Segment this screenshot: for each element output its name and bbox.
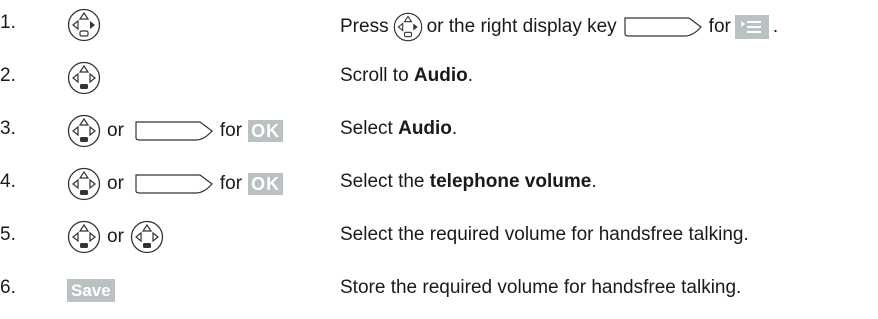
step-keys [67, 4, 101, 46]
step-description: Scroll to Audio . [340, 65, 473, 87]
step-description: Select the required volume for handsfree… [340, 224, 749, 246]
step-3: 3. or for OK Select Audio . [0, 110, 878, 152]
step-number: 5. [0, 224, 16, 245]
ok-key-label: OK [248, 120, 284, 142]
desc-text: . [467, 65, 474, 86]
desc-text: Select the [340, 171, 430, 192]
or-text: or [107, 120, 124, 141]
navigation-key-icon [130, 220, 164, 254]
step-number: 6. [0, 277, 16, 298]
desc-bold: Audio [398, 118, 452, 139]
desc-text: or the right display key [426, 16, 617, 37]
step-description: Select Audio . [340, 118, 457, 140]
display-key-icon [134, 120, 214, 142]
step-description: Select the telephone volume . [340, 171, 597, 193]
navigation-key-icon [67, 114, 101, 148]
desc-text: Press [340, 16, 389, 37]
step-description: Store the required volume for handsfree … [340, 277, 741, 299]
step-1: 1. Press or the right display key for . [0, 4, 878, 46]
step-description: Press or the right display key for . [340, 12, 778, 42]
navigation-key-icon [67, 220, 101, 254]
step-keys: or [67, 216, 164, 258]
display-key-icon [623, 16, 703, 38]
step-number: 4. [0, 171, 16, 192]
navigation-key-icon [393, 12, 423, 42]
navigation-key-down-icon [67, 61, 101, 95]
display-key-icon [134, 173, 214, 195]
step-5: 5. or Select the required volume for han… [0, 216, 878, 258]
desc-text: . [772, 16, 779, 37]
navigation-key-icon [67, 167, 101, 201]
desc-bold: telephone volume [429, 171, 592, 192]
desc-text: . [591, 171, 597, 192]
step-2: 2. Scroll to Audio . [0, 57, 878, 99]
step-number: 2. [0, 65, 16, 86]
step-keys: or for OK [67, 110, 284, 152]
step-6: 6. Save Store the required volume for ha… [0, 269, 878, 311]
desc-text: Scroll to [340, 65, 414, 86]
navigation-key-icon [67, 8, 101, 42]
save-key-label: Save [67, 278, 115, 302]
desc-text: Store the required volume for handsfree … [340, 277, 742, 298]
step-keys: or for OK [67, 163, 284, 205]
ok-key-label: OK [248, 173, 284, 195]
desc-text: for [708, 16, 731, 37]
step-number: 3. [0, 118, 16, 139]
step-keys [67, 57, 101, 99]
menu-icon [734, 15, 769, 39]
or-text: or [107, 226, 124, 247]
desc-text: . [451, 118, 458, 139]
desc-text: Select the required volume for handsfree… [340, 224, 749, 245]
for-text: for [219, 173, 243, 194]
step-4: 4. or for OK Select the telephone volume… [0, 163, 878, 205]
desc-text: Select [340, 118, 399, 139]
or-text: or [107, 173, 124, 194]
step-number: 1. [0, 12, 16, 33]
for-text: for [219, 120, 243, 141]
desc-bold: Audio [413, 65, 468, 86]
step-keys: Save [67, 269, 115, 311]
